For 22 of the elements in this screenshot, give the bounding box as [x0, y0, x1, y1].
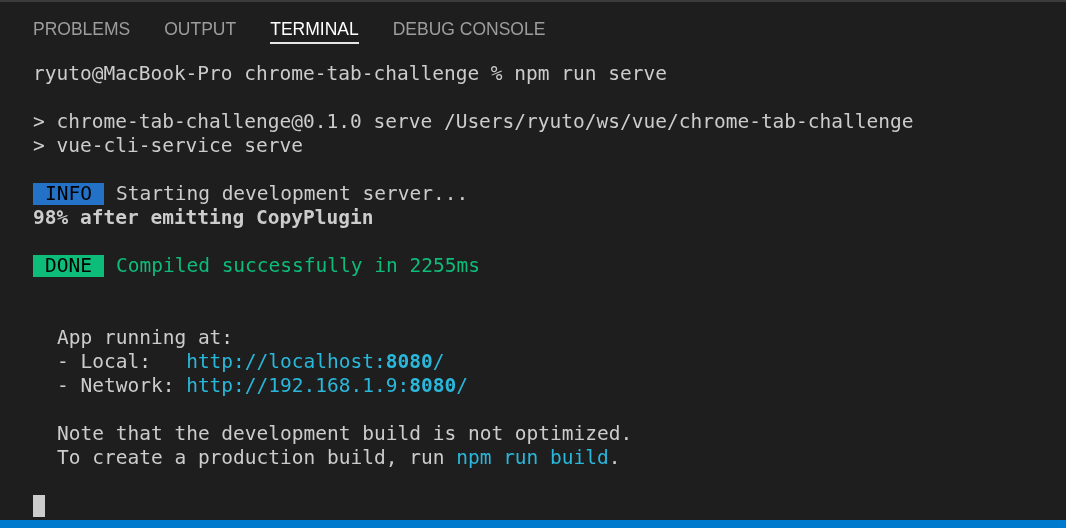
terminal-text: 98% after emitting CopyPlugin [33, 206, 374, 230]
panel-tab[interactable]: DEBUG CONSOLE [392, 18, 546, 44]
terminal-text: App running at: [57, 326, 234, 350]
info-badge: INFO [33, 183, 104, 205]
terminal-text: Note that the development build is not optimized. [57, 422, 633, 446]
done-badge: DONE [33, 255, 104, 277]
terminal-text: ryuto@MacBook-Pro chrome-tab-challenge % npm run serve [33, 62, 667, 86]
terminal-text: > chrome-tab-challenge@0.1.0 serve /Users/ryuto/ws/vue/chrome-tab-challenge [33, 110, 914, 134]
terminal-link[interactable]: npm run build [456, 446, 609, 470]
terminal-cursor [33, 495, 45, 517]
terminal-text: To create a production build, run [57, 446, 446, 470]
terminal-text: . [608, 446, 621, 470]
terminal-text: - Local: [57, 350, 152, 374]
terminal-text: - Network: [57, 374, 176, 398]
terminal-text: Starting development server... [115, 182, 469, 206]
panel-tab[interactable]: TERMINAL [270, 18, 359, 44]
terminal-link[interactable]: http://192.168.1.9:8080/ [186, 374, 468, 398]
panel-tab[interactable]: OUTPUT [164, 18, 237, 44]
success-message: Compiled successfully in 2255ms [115, 254, 480, 278]
terminal-link[interactable]: http://localhost:8080/ [186, 350, 445, 374]
panel-tab[interactable]: PROBLEMS [33, 18, 131, 44]
terminal-text: > vue-cli-service serve [33, 134, 304, 158]
